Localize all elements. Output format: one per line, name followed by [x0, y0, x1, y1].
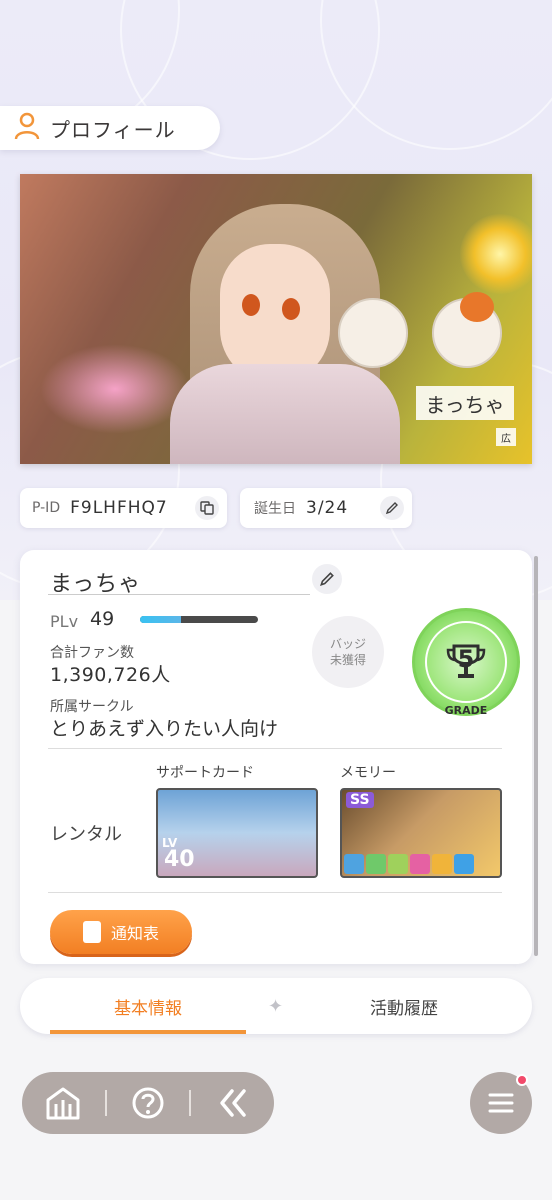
rental-label: レンタル [50, 824, 122, 845]
home-button[interactable] [22, 1072, 105, 1134]
notification-dot [516, 1074, 528, 1086]
edit-birthday-button[interactable] [380, 496, 404, 520]
help-button[interactable] [107, 1072, 190, 1134]
birthday-label: 誕生日 [254, 501, 296, 517]
tab-basic-info[interactable]: 基本情報 [50, 978, 246, 1034]
profile-banner[interactable]: まっちゃ 広 [20, 174, 532, 464]
support-card-thumbnail[interactable]: LV 40 [156, 788, 318, 878]
birthday-field: 誕生日 3/24 [240, 488, 412, 528]
profile-header: プロフィール [0, 106, 220, 150]
divider [48, 892, 502, 893]
hamburger-icon [488, 1093, 514, 1113]
memory-card-thumbnail[interactable]: SS [340, 788, 502, 878]
tab-bar: 基本情報 ✦ 活動履歴 [20, 978, 532, 1034]
character-face [220, 244, 330, 384]
skill-slot [410, 854, 430, 874]
character-eye [242, 294, 260, 316]
skill-slot [388, 854, 408, 874]
nav-separator [104, 1090, 107, 1116]
character-eye [282, 298, 300, 320]
nav-separator [189, 1090, 192, 1116]
copy-button[interactable] [195, 496, 219, 520]
report-card-button[interactable]: 通知表 [50, 910, 192, 954]
banner-ad-tag: 広 [496, 428, 516, 446]
active-tab-indicator [50, 1030, 246, 1034]
bottom-nav [22, 1072, 274, 1134]
player-id-label: P-ID [32, 500, 61, 516]
sparkle-icon: ✦ [268, 996, 284, 1017]
support-card-label: サポートカード [156, 765, 254, 781]
badge-slot[interactable]: バッジ 未獲得 [312, 616, 384, 688]
pencil-icon [320, 572, 334, 586]
level-progress-fill [140, 616, 182, 623]
person-icon [14, 112, 40, 144]
copy-icon [200, 501, 214, 515]
banner-name-plate: まっちゃ [416, 386, 514, 420]
scrollbar[interactable] [534, 556, 538, 956]
skill-slot [344, 854, 364, 874]
badge-line2: 未獲得 [329, 653, 366, 667]
edit-username-button[interactable] [312, 564, 342, 594]
help-icon [132, 1087, 164, 1119]
double-chevron-left-icon [219, 1089, 246, 1117]
home-icon [46, 1087, 80, 1120]
divider [48, 748, 502, 749]
level-progress-bar [140, 616, 258, 623]
fans-label: 合計ファン数 [50, 645, 134, 661]
memory-rank-badge: SS [346, 792, 374, 808]
skill-slot [366, 854, 386, 874]
page-title: プロフィール [50, 117, 176, 142]
player-id-value: F9LHFHQ7 [70, 498, 168, 518]
memory-label: メモリー [340, 765, 396, 781]
pencil-icon [385, 502, 398, 515]
circle-label: 所属サークル [50, 699, 134, 715]
memory-skill-slots [344, 854, 474, 874]
grade-emblem[interactable]: 5 GRADE [412, 608, 520, 717]
skill-slot [454, 854, 474, 874]
player-level-label: PLv [50, 612, 79, 631]
badge-line1: バッジ [329, 637, 366, 651]
divider [48, 594, 310, 595]
character-body [170, 364, 400, 464]
report-icon [82, 921, 101, 943]
grade-inner: 5 [425, 621, 507, 703]
player-id-field: P-ID F9LHFHQ7 [20, 488, 227, 528]
circle-value: とりあえず入りたい人向け [50, 718, 279, 740]
grade-label: GRADE [444, 704, 488, 717]
player-level-value: 49 [90, 608, 115, 630]
pumpkin-icon [460, 292, 494, 322]
profile-card: まっちゃ PLv 49 合計ファン数 1,390,726人 所属サークル とりあ… [20, 550, 538, 964]
background-light [40, 344, 190, 434]
back-button[interactable] [191, 1072, 274, 1134]
fans-value: 1,390,726人 [50, 664, 171, 686]
tab-activity-history[interactable]: 活動履歴 [306, 978, 502, 1034]
report-card-label: 通知表 [110, 924, 159, 943]
support-card-level: 40 [164, 847, 195, 872]
birthday-value: 3/24 [306, 498, 349, 518]
chibi-character [338, 298, 408, 368]
skill-slot [432, 854, 452, 874]
grade-number: 5 [457, 645, 475, 673]
background-light [460, 214, 532, 294]
